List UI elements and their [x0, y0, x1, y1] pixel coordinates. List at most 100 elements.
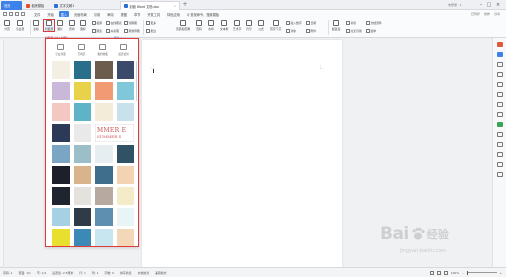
cover-template-thumbnail[interactable]	[116, 61, 134, 79]
blank-cover-item[interactable]: 空白封面	[51, 41, 71, 59]
purchased-item[interactable]: 已购买	[72, 41, 92, 59]
date-button[interactable]: 日期	[306, 21, 316, 25]
close-window-icon[interactable]: ×	[495, 2, 501, 8]
account-status[interactable]: 未登录 · 1	[448, 3, 462, 7]
symbol-button[interactable]: 符号	[246, 20, 252, 31]
sidebar-icon-9[interactable]	[497, 122, 503, 127]
tab-document-2[interactable]: 封面 Word 文档.doc ×	[120, 1, 180, 10]
menu-review[interactable]: 审阅	[106, 11, 115, 17]
cover-template-thumbnail[interactable]	[116, 103, 134, 121]
new-tab-button[interactable]: +	[182, 1, 188, 9]
sidebar-icon-12[interactable]	[497, 152, 503, 157]
undo-icon[interactable]	[15, 12, 19, 16]
cover-template-thumbnail[interactable]	[116, 82, 134, 100]
chart-button[interactable]: 图表	[92, 29, 102, 33]
table-button[interactable]: 表格	[33, 20, 39, 31]
cover-template-thumbnail[interactable]	[73, 166, 91, 184]
cover-template-thumbnail[interactable]	[52, 229, 70, 246]
cover-template-thumbnail[interactable]	[52, 145, 70, 163]
more-button[interactable]: 更多	[146, 21, 156, 25]
cover-template-thumbnail[interactable]	[116, 208, 134, 226]
cover-template-thumbnail[interactable]	[95, 103, 113, 121]
cover-template-thumbnail[interactable]	[95, 208, 113, 226]
picture-button[interactable]: 图片	[57, 20, 63, 31]
zoom-out-icon[interactable]: –	[462, 271, 463, 275]
status-pages[interactable]: 页面: 1/1	[19, 271, 31, 275]
tab-home[interactable]: 首页	[1, 1, 22, 10]
navigation-rail[interactable]	[0, 40, 4, 266]
recent-item[interactable]: 最近使用	[114, 41, 134, 59]
cover-template-thumbnail[interactable]	[52, 82, 70, 100]
sidebar-icon-1[interactable]	[497, 42, 503, 47]
cover-template-thumbnail[interactable]	[73, 208, 91, 226]
cover-template-thumbnail[interactable]	[116, 229, 134, 246]
document-page[interactable]	[142, 40, 342, 270]
summer-cover-banner[interactable]: MMER E SUMMER S	[95, 124, 134, 142]
zoom-in-icon[interactable]: +	[500, 271, 502, 275]
header-footer-button[interactable]: 页眉和页脚	[176, 20, 190, 31]
cover-template-thumbnail[interactable]	[73, 145, 91, 163]
sidebar-icon-13[interactable]	[497, 162, 503, 167]
menu-section[interactable]: 章节	[133, 11, 142, 17]
status-word-count[interactable]: 字数: 0	[104, 271, 114, 275]
doc-parts-button[interactable]: 文档部件	[366, 21, 382, 25]
collaborate-button[interactable]: 协作	[484, 12, 490, 16]
sidebar-icon-4[interactable]	[497, 72, 503, 77]
command-search[interactable]: Q 查找命令、搜索模板	[185, 11, 220, 17]
bookmark-button[interactable]: 书签	[346, 21, 356, 25]
minimize-icon[interactable]: –	[478, 2, 484, 8]
sidebar-icon-8[interactable]	[497, 112, 503, 117]
status-proofread[interactable]: 文档校对	[138, 271, 150, 275]
page-break-button[interactable]: 分页	[4, 20, 10, 31]
cover-template-thumbnail[interactable]	[52, 208, 70, 226]
tab-docer[interactable]: 稻壳模板	[23, 1, 50, 10]
drop-cap-button[interactable]: 首字下沉	[270, 20, 281, 31]
print-icon[interactable]	[9, 12, 13, 16]
mindmap-button[interactable]: 思维导图	[124, 29, 140, 33]
cover-template-thumbnail[interactable]	[95, 166, 113, 184]
cover-template-thumbnail[interactable]	[52, 124, 70, 142]
icon-library-button[interactable]: 图标	[80, 20, 86, 31]
favorites-item[interactable]: 我的收藏	[93, 41, 113, 59]
comment-button[interactable]: 批注	[146, 29, 156, 33]
zoom-slider-handle[interactable]	[466, 270, 469, 275]
zoom-slider[interactable]	[466, 270, 497, 275]
cover-template-thumbnail[interactable]	[52, 103, 70, 121]
close-tab-icon[interactable]: ×	[173, 4, 176, 8]
watermark-button[interactable]: 水印	[208, 20, 214, 31]
status-page-number[interactable]: 页码: 1	[3, 271, 13, 275]
maximize-icon[interactable]: □	[486, 2, 492, 8]
redo-icon[interactable]	[21, 12, 25, 16]
insert-number-button[interactable]: 插入数字	[286, 21, 302, 25]
online-chart-button[interactable]: 在线图表	[106, 21, 122, 25]
sync-status[interactable]: 已同步	[471, 12, 480, 16]
menu-file[interactable]: 文件	[33, 11, 42, 17]
status-setting[interactable]: 设置值: 2.5厘米	[52, 271, 73, 275]
flowchart-button[interactable]: 流程图	[124, 21, 137, 25]
sidebar-icon-10[interactable]	[497, 132, 503, 137]
blank-page-button[interactable]: 空白页	[16, 20, 24, 31]
sidebar-icon-2[interactable]	[497, 52, 503, 57]
sidebar-icon-3[interactable]	[497, 62, 503, 67]
panel-scrollbar[interactable]	[135, 61, 137, 101]
sidebar-icon-7[interactable]	[497, 102, 503, 107]
sidebar-icon-11[interactable]	[497, 142, 503, 147]
hyperlink-button[interactable]: 超链接	[332, 20, 340, 31]
cover-template-thumbnail[interactable]	[52, 166, 70, 184]
save-icon[interactable]	[3, 12, 7, 16]
view-web-icon[interactable]	[443, 270, 448, 275]
attachment-button[interactable]: 附件	[306, 29, 316, 33]
relation-chart-button[interactable]: 关系图	[106, 29, 119, 33]
cover-template-thumbnail[interactable]	[116, 187, 134, 205]
sidebar-icon-14[interactable]	[497, 172, 503, 177]
cover-template-thumbnail[interactable]	[95, 187, 113, 205]
cover-template-thumbnail[interactable]	[95, 61, 113, 79]
page-number-button[interactable]: 页码	[196, 20, 202, 31]
cover-template-thumbnail[interactable]	[116, 145, 134, 163]
menu-references[interactable]: 引用	[92, 11, 101, 17]
shape-button[interactable]: 形状	[69, 20, 75, 31]
menu-view[interactable]: 视图	[119, 11, 128, 17]
menu-features[interactable]: 特色应用	[166, 11, 182, 17]
cover-page-button[interactable]: 封面页	[42, 19, 56, 32]
menu-developer[interactable]: 开发工具	[146, 11, 162, 17]
